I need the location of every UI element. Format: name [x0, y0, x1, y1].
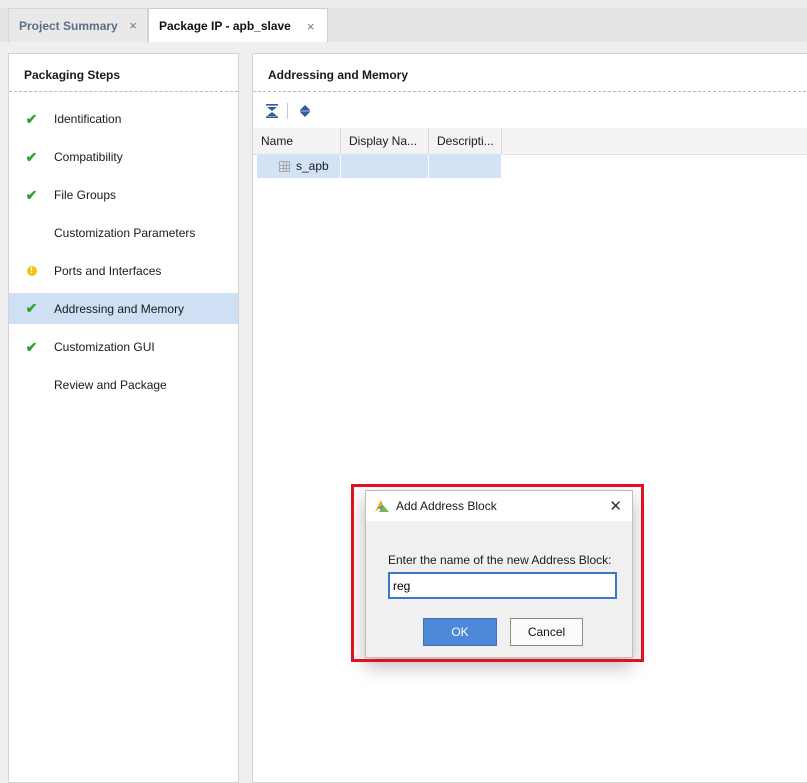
toolbar	[263, 100, 314, 122]
packaging-steps-panel: Packaging Steps ✔ Identification ✔ Compa…	[8, 53, 239, 783]
divider	[9, 91, 238, 92]
tab-package-ip[interactable]: Package IP - apb_slave ×	[148, 8, 328, 43]
step-label: Compatibility	[54, 150, 123, 164]
table-header: Name Display Na... Descripti...	[253, 128, 807, 155]
check-icon: ✔	[25, 300, 38, 316]
steps-list: ✔ Identification ✔ Compatibility ✔ File …	[9, 100, 238, 404]
step-label: Ports and Interfaces	[54, 264, 162, 278]
tab-label: Package IP - apb_slave	[159, 19, 291, 33]
row-name: s_apb	[296, 159, 329, 173]
step-ports-and-interfaces[interactable]: ! Ports and Interfaces	[9, 252, 238, 290]
top-strip	[0, 0, 807, 8]
warning-icon: !	[26, 266, 37, 276]
step-label: Identification	[54, 112, 122, 126]
panel-title: Addressing and Memory	[268, 68, 409, 82]
check-icon: ✔	[25, 338, 38, 355]
step-label: Addressing and Memory	[54, 301, 185, 316]
step-customization-parameters[interactable]: Customization Parameters	[9, 214, 238, 252]
collapse-all-icon[interactable]	[263, 102, 281, 120]
column-header-description[interactable]: Descripti...	[429, 128, 502, 154]
step-addressing-and-memory[interactable]: ✔ Addressing and Memory	[9, 293, 238, 324]
check-icon: ✔	[25, 186, 38, 203]
step-label: Customization Parameters	[54, 226, 196, 240]
table-row[interactable]: s_apb	[253, 154, 502, 178]
toolbar-separator	[287, 103, 288, 119]
panel-gap-vertical	[239, 42, 252, 783]
close-icon[interactable]: ×	[307, 19, 315, 34]
panel-gap-left	[0, 42, 8, 783]
addressing-memory-panel: Addressing and Memory Name Display Na...…	[252, 53, 807, 783]
grid-icon	[279, 160, 290, 172]
tab-bar: Project Summary × Package IP - apb_slave…	[0, 8, 807, 43]
row-display-name-cell[interactable]	[341, 154, 429, 178]
step-label: File Groups	[54, 188, 117, 202]
divider	[253, 91, 807, 92]
row-description-cell[interactable]	[429, 154, 502, 178]
panel-title: Packaging Steps	[24, 68, 121, 82]
column-header-name[interactable]: Name	[253, 128, 341, 154]
step-label: Review and Package	[54, 378, 167, 392]
tab-label: Project Summary	[19, 18, 118, 33]
panel-gap	[0, 42, 807, 53]
expand-all-icon[interactable]	[296, 102, 314, 120]
row-name-cell[interactable]: s_apb	[257, 154, 341, 178]
step-compatibility[interactable]: ✔ Compatibility	[9, 138, 238, 176]
check-icon: ✔	[25, 110, 38, 127]
step-identification[interactable]: ✔ Identification	[9, 100, 238, 138]
column-header-display-name[interactable]: Display Na...	[341, 128, 429, 154]
highlight-box	[351, 484, 644, 662]
step-customization-gui[interactable]: ✔ Customization GUI	[9, 328, 238, 366]
check-icon: ✔	[25, 148, 38, 165]
close-icon[interactable]: ×	[129, 18, 137, 33]
tab-project-summary[interactable]: Project Summary ×	[8, 8, 148, 42]
step-file-groups[interactable]: ✔ File Groups	[9, 176, 238, 214]
step-review-and-package[interactable]: Review and Package	[9, 366, 238, 404]
step-label: Customization GUI	[54, 340, 155, 354]
